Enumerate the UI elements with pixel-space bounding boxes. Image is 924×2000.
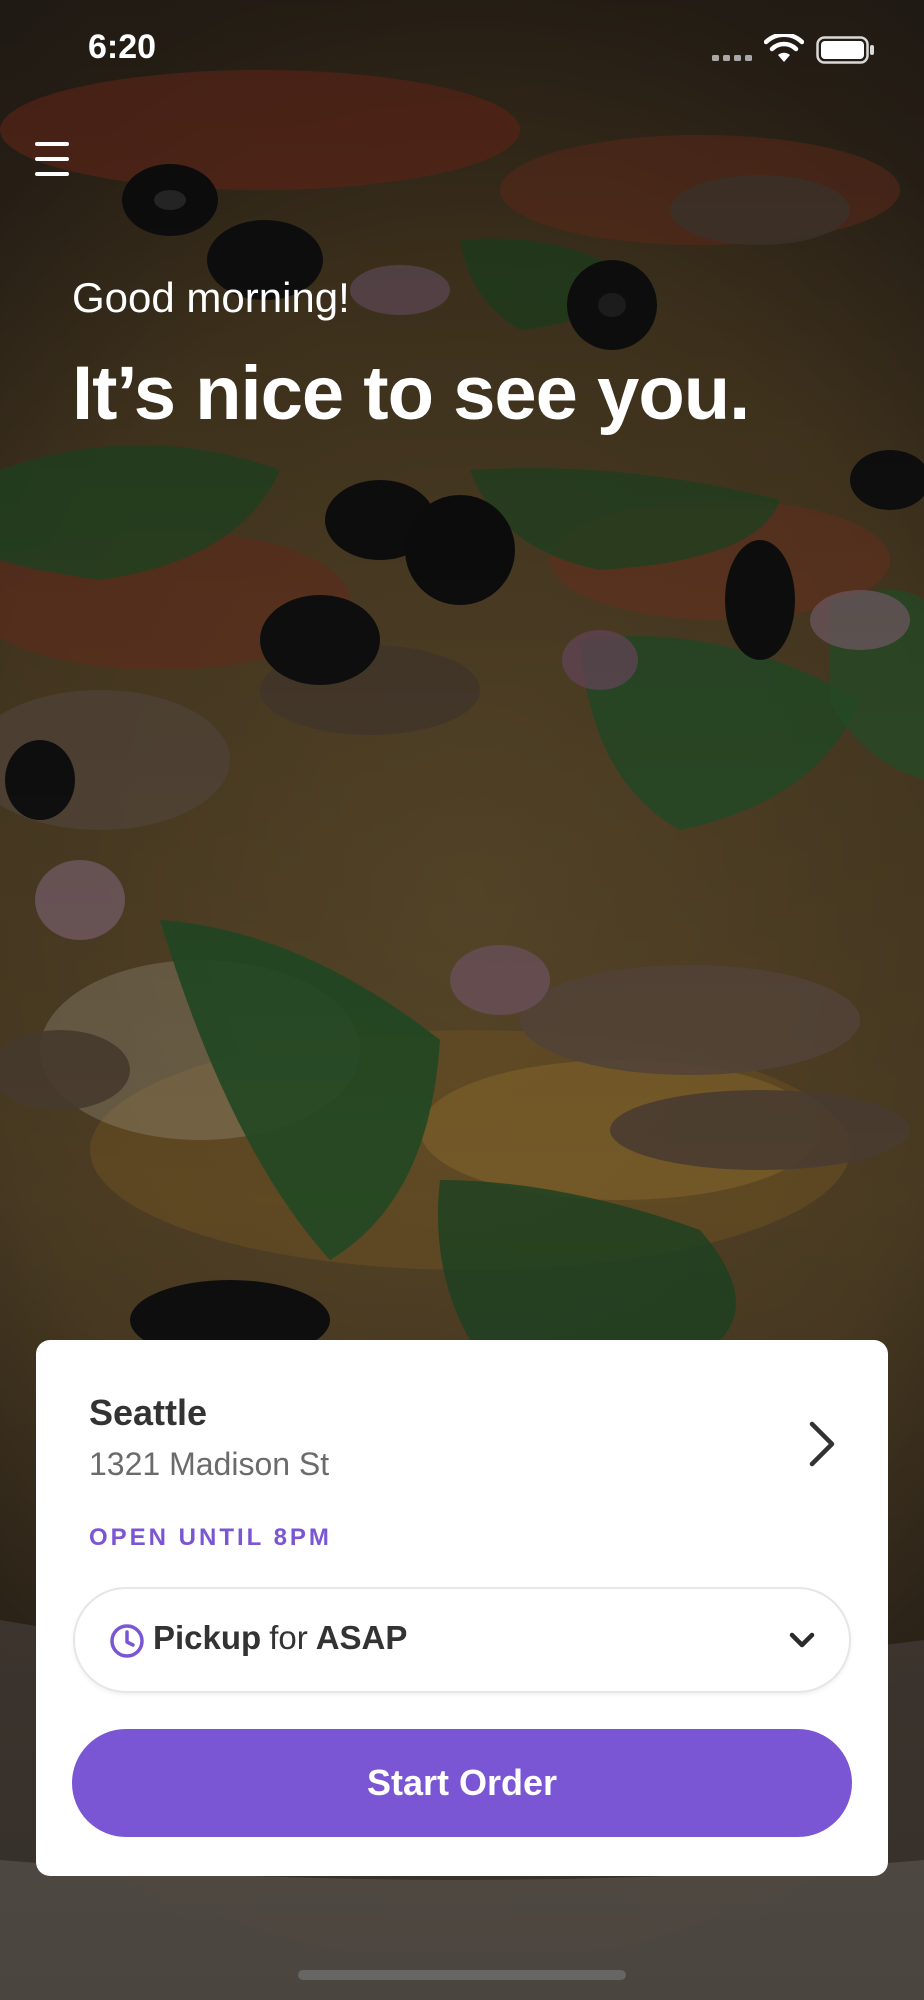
store-hours: OPEN UNTIL 8PM [89,1524,332,1551]
status-bar: 6:20 [0,0,924,100]
clock-icon [110,1624,144,1658]
home-indicator[interactable] [298,1970,626,1980]
hamburger-menu-icon [30,138,76,180]
battery-icon [816,36,874,64]
wifi-icon [764,34,804,62]
greeting-text: Good morning! [72,274,350,321]
pickup-mode: Pickup [153,1619,262,1656]
location-details-button[interactable] [802,1416,842,1472]
pickup-time-select[interactable]: Pickup for ASAP [73,1587,851,1693]
chevron-right-icon [809,1421,835,1467]
start-order-button[interactable]: Start Order [72,1729,852,1837]
pickup-connector: for [269,1619,308,1656]
pickup-time: ASAP [315,1619,408,1656]
hero-title: It’s nice to see you. [72,351,750,436]
order-card: Seattle 1321 Madison St OPEN UNTIL 8PM P… [36,1340,888,1876]
location-address[interactable]: 1321 Madison St [89,1446,329,1483]
chevron-down-icon [789,1632,815,1648]
location-name[interactable]: Seattle [89,1392,207,1434]
cellular-signal-icon [712,55,752,61]
pickup-summary: Pickup for ASAP [153,1619,407,1657]
status-time: 6:20 [88,28,157,66]
menu-button[interactable] [30,138,76,180]
